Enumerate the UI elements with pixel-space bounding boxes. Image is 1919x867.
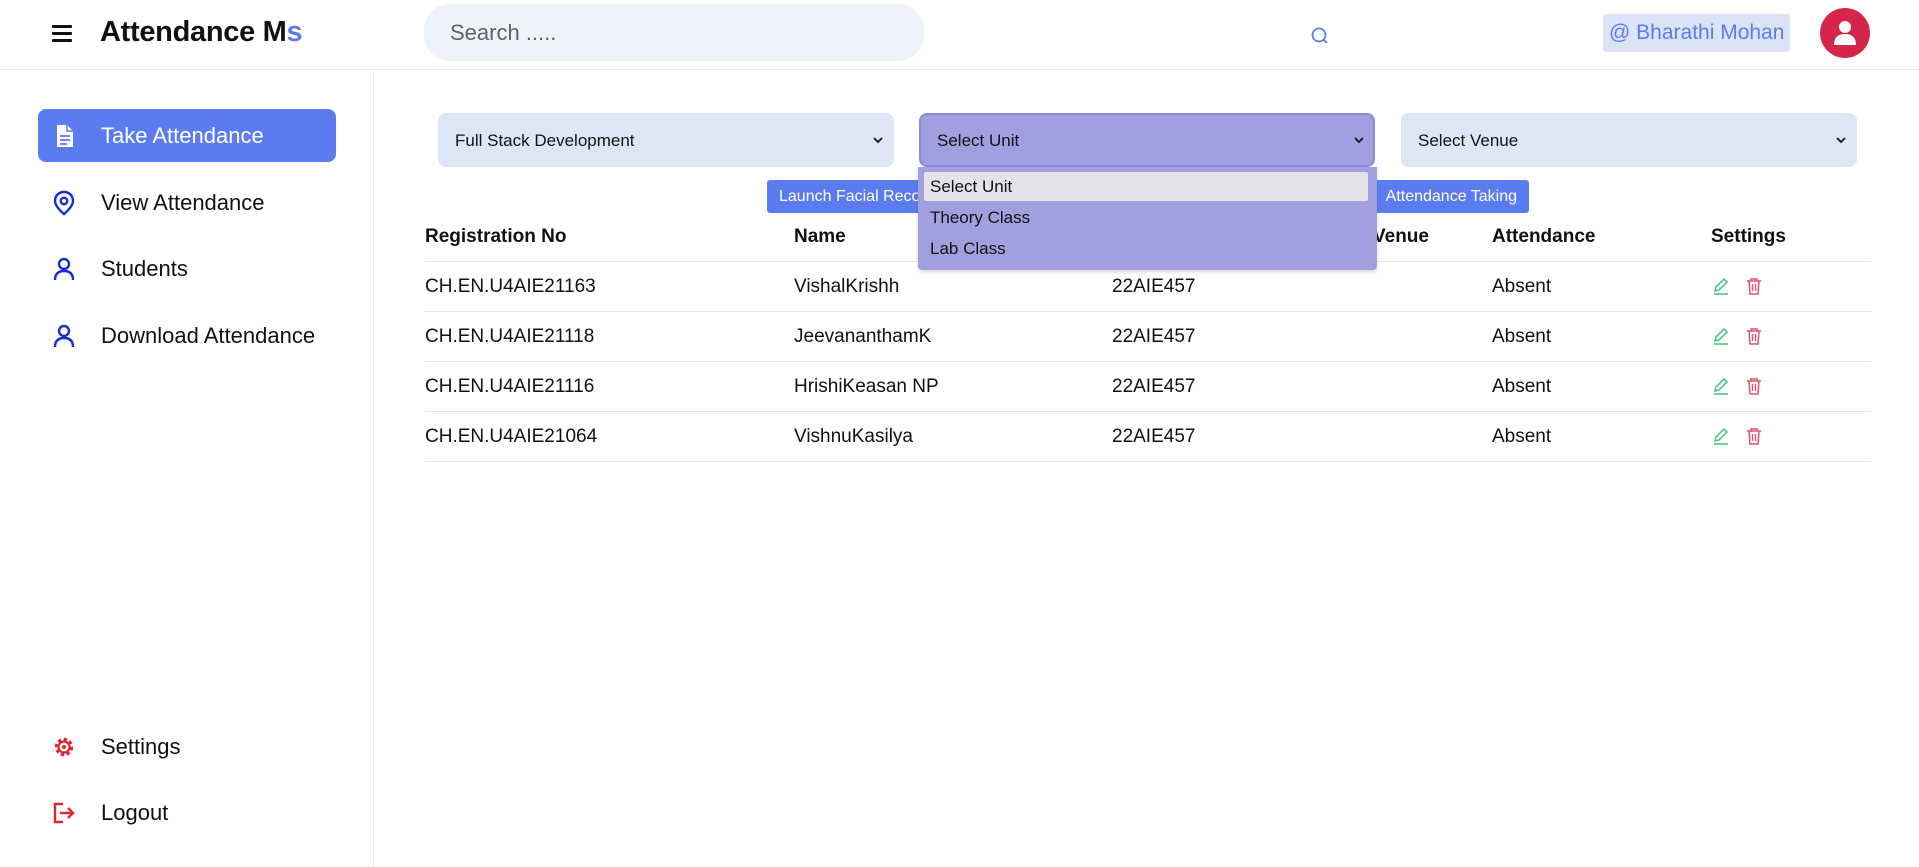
dropdown-option-theory-class[interactable]: Theory Class	[924, 203, 1368, 232]
unit-select[interactable]: Select Unit	[919, 113, 1375, 167]
table-row: CH.EN.U4AIE21064 VishnuKasilya 22AIE457 …	[425, 411, 1871, 461]
column-header-venue: Venue	[1373, 226, 1429, 247]
attendance-cell: Absent	[1492, 276, 1552, 297]
sidebar-item-label: View Attendance	[101, 190, 265, 215]
app-title: Attendance Ms	[100, 16, 303, 48]
sidebar-item-label: Students	[101, 256, 188, 281]
attendance-cell: Absent	[1492, 426, 1552, 447]
sidebar-item-students[interactable]: Students	[38, 242, 336, 295]
search-bar	[424, 4, 1340, 61]
registration-cell: CH.EN.U4AIE21163	[425, 276, 596, 297]
top-bar: Attendance Ms @ Bharathi Mohan	[0, 0, 1919, 70]
search-button[interactable]	[1300, 16, 1340, 56]
sidebar-item-logout[interactable]: Logout	[38, 786, 336, 839]
course-code-cell: 22AIE457	[1112, 326, 1196, 347]
logout-icon	[53, 802, 75, 824]
username-label[interactable]: @ Bharathi Mohan	[1603, 14, 1791, 52]
sidebar-item-label: Take Attendance	[101, 123, 264, 148]
sidebar-item-settings[interactable]: Settings	[38, 720, 336, 773]
edit-icon[interactable]	[1711, 326, 1731, 346]
dropdown-option-select-unit[interactable]: Select Unit	[924, 172, 1368, 201]
edit-icon[interactable]	[1711, 376, 1731, 396]
registration-cell: CH.EN.U4AIE21116	[425, 376, 595, 397]
sidebar: Take Attendance View Attendance Students…	[0, 71, 374, 867]
unit-select-value: Select Unit	[937, 131, 1020, 150]
venue-select-value: Select Venue	[1418, 131, 1519, 150]
column-header-settings: Settings	[1711, 226, 1786, 247]
name-cell: VishnuKasilya	[794, 426, 914, 447]
registration-cell: CH.EN.U4AIE21118	[425, 326, 595, 347]
name-cell: JeevananthamK	[794, 326, 932, 347]
user-icon	[53, 324, 75, 348]
search-icon	[1311, 27, 1328, 44]
gear-icon	[54, 737, 74, 757]
column-header-registration: Registration No	[425, 226, 567, 247]
course-select[interactable]: Full Stack Development	[438, 113, 894, 167]
chevron-down-icon	[1836, 137, 1846, 144]
sidebar-item-label: Settings	[101, 734, 181, 759]
attendance-cell: Absent	[1492, 326, 1552, 347]
chevron-down-icon	[873, 137, 883, 144]
attendance-cell: Absent	[1492, 376, 1552, 397]
hamburger-menu-icon[interactable]	[50, 22, 74, 44]
registration-cell: CH.EN.U4AIE21064	[425, 426, 598, 447]
table-row: CH.EN.U4AIE21118 JeevananthamK 22AIE457 …	[425, 311, 1871, 361]
name-cell: HrishiKeasan NP	[794, 376, 939, 397]
user-icon	[53, 257, 75, 281]
course-code-cell: 22AIE457	[1112, 426, 1196, 447]
search-input[interactable]	[450, 18, 850, 48]
course-code-cell: 22AIE457	[1112, 376, 1196, 397]
location-pin-icon	[53, 190, 75, 216]
table-divider	[425, 461, 1871, 462]
user-icon	[1834, 21, 1856, 45]
delete-icon[interactable]	[1744, 276, 1764, 296]
column-header-attendance: Attendance	[1492, 226, 1596, 247]
document-icon	[57, 125, 73, 147]
sidebar-item-download-attendance[interactable]: Download Attendance	[38, 309, 336, 362]
sidebar-item-label: Logout	[101, 800, 169, 825]
sidebar-item-take-attendance[interactable]: Take Attendance	[38, 109, 336, 162]
delete-icon[interactable]	[1744, 326, 1764, 346]
course-code-cell: 22AIE457	[1112, 276, 1196, 297]
delete-icon[interactable]	[1744, 426, 1764, 446]
sidebar-item-view-attendance[interactable]: View Attendance	[38, 176, 336, 229]
sidebar-item-label: Download Attendance	[101, 323, 316, 348]
table-row: CH.EN.U4AIE21116 HrishiKeasan NP 22AIE45…	[425, 361, 1871, 411]
dropdown-option-lab-class[interactable]: Lab Class	[924, 234, 1368, 263]
edit-icon[interactable]	[1711, 426, 1731, 446]
unit-dropdown-list: Select Unit Theory Class Lab Class	[918, 167, 1377, 270]
avatar[interactable]	[1820, 8, 1870, 58]
venue-select[interactable]: Select Venue	[1401, 113, 1857, 167]
column-header-name: Name	[794, 226, 846, 247]
name-cell: VishalKrishh	[794, 276, 900, 297]
chevron-down-icon	[1354, 137, 1364, 144]
edit-icon[interactable]	[1711, 276, 1731, 296]
course-select-value: Full Stack Development	[455, 131, 635, 150]
delete-icon[interactable]	[1744, 376, 1764, 396]
